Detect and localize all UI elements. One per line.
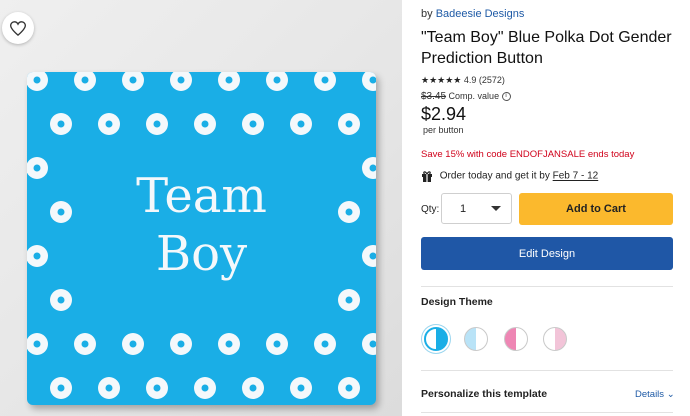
- delivery-date-link[interactable]: Feb 7 - 12: [553, 171, 599, 182]
- favorite-button[interactable]: [2, 12, 34, 44]
- product-gallery: Team Boy: [0, 0, 402, 416]
- seller-link[interactable]: Badeesie Designs: [436, 8, 525, 20]
- polka-dot-center: [249, 384, 257, 392]
- polka-dot-center: [225, 76, 233, 84]
- polka-dot-center: [345, 120, 353, 128]
- polka-dot-center: [273, 340, 281, 348]
- polka-dot-center: [225, 340, 233, 348]
- polka-dot-center: [249, 120, 257, 128]
- divider: [421, 370, 673, 371]
- polka-dot-center: [201, 120, 209, 128]
- delivery-prefix: Order today and get it by: [439, 170, 550, 182]
- comp-value: $3.45 Comp. value i: [421, 91, 511, 102]
- product-image[interactable]: Team Boy: [27, 72, 376, 405]
- polka-dot-center: [321, 340, 329, 348]
- chevron-down-icon: [491, 206, 501, 211]
- theme-swatch-light-blue[interactable]: [464, 327, 488, 351]
- polka-dot-center: [129, 340, 137, 348]
- polka-dot-center: [129, 76, 137, 84]
- design-theme-label: Design Theme: [421, 296, 493, 308]
- delivery-estimate: Order today and get it by Feb 7 - 12: [421, 170, 598, 182]
- price: $2.94: [421, 104, 467, 124]
- polka-dot-center: [273, 76, 281, 84]
- polka-dot-center: [201, 384, 209, 392]
- comp-value-label: Comp. value: [448, 91, 500, 101]
- divider: [421, 412, 673, 413]
- polka-dot-center: [345, 296, 353, 304]
- seller-prefix: by: [421, 8, 433, 20]
- quantity-value: 1: [460, 203, 467, 215]
- edit-design-button[interactable]: Edit Design: [421, 237, 673, 270]
- polka-dot-center: [33, 164, 41, 172]
- polka-dot-center: [153, 120, 161, 128]
- polka-dot-center: [321, 76, 329, 84]
- product-title: "Team Boy" Blue Polka Dot Gender Predict…: [421, 29, 672, 67]
- price-unit: per button: [423, 125, 464, 135]
- polka-dot-center: [297, 384, 305, 392]
- qty-label: Qty:: [421, 204, 440, 215]
- polka-dot-center: [105, 120, 113, 128]
- polka-dot-center: [153, 384, 161, 392]
- polka-dot-center: [33, 76, 41, 84]
- polka-dot-center: [345, 384, 353, 392]
- rating[interactable]: ★★★★★ 4.9 (2572): [421, 75, 505, 86]
- polka-dot-center: [177, 76, 185, 84]
- polka-dot-center: [297, 120, 305, 128]
- rating-count: 4.9 (2572): [463, 75, 505, 85]
- image-text-boy: Boy: [155, 226, 248, 282]
- details-link[interactable]: Details ⌄: [635, 389, 675, 400]
- polka-dot-center: [57, 384, 65, 392]
- gift-icon: [422, 171, 432, 182]
- polka-dot-center: [33, 340, 41, 348]
- theme-swatch-pink[interactable]: [504, 327, 528, 351]
- image-text-team: Team: [136, 168, 267, 224]
- polka-dot-center: [81, 340, 89, 348]
- polka-dot-center: [177, 340, 185, 348]
- polka-dot-center: [81, 76, 89, 84]
- add-to-cart-button[interactable]: Add to Cart: [519, 193, 673, 225]
- polka-dot-center: [57, 120, 65, 128]
- divider: [421, 286, 673, 287]
- quantity-select[interactable]: 1: [441, 193, 512, 224]
- info-icon[interactable]: i: [501, 92, 511, 102]
- details-label: Details: [635, 389, 665, 400]
- theme-swatch-blue[interactable]: [424, 327, 448, 351]
- promo-message: Save 15% with code ENDOFJANSALE ends tod…: [421, 149, 635, 160]
- original-price: $3.45: [421, 91, 447, 102]
- seller-line: by Badeesie Designs: [421, 8, 524, 20]
- personalize-heading: Personalize this template: [421, 388, 548, 400]
- heart-icon: [10, 20, 26, 36]
- star-rating-icon: ★★★★★: [421, 75, 462, 85]
- chevron-down-icon: ⌄: [666, 389, 675, 400]
- polka-dot-center: [57, 296, 65, 304]
- polka-dot-center: [105, 384, 113, 392]
- theme-swatch-light-pink[interactable]: [543, 327, 567, 351]
